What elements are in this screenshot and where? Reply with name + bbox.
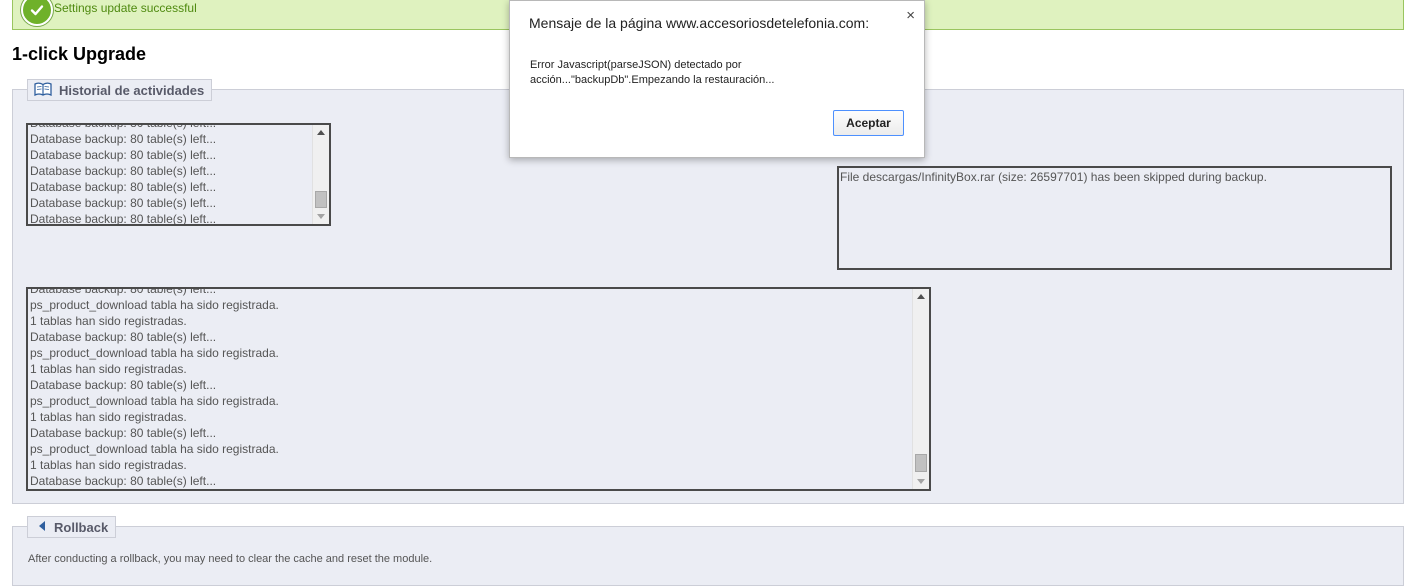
skipped-log-lines: File descargas/InfinityBox.rar (size: 26… [840, 169, 1267, 185]
book-icon [34, 81, 52, 99]
log-line: Database backup: 80 table(s) left... [30, 330, 217, 344]
page-title: 1-click Upgrade [12, 44, 147, 64]
success-message: Settings update successful [54, 1, 197, 15]
log-line: ps_product_download tabla ha sido regist… [30, 394, 279, 408]
close-icon[interactable]: × [906, 7, 915, 24]
activity-legend: Historial de actividades [27, 79, 213, 101]
log-line: ps_product_download tabla ha sido regist… [30, 442, 279, 456]
arrow-left-icon [37, 520, 47, 535]
log-line: Database backup: 80 table(s) left... [30, 196, 217, 210]
log-line: Database backup: 80 table(s) left... [30, 148, 217, 162]
scroll-down-arrow-icon[interactable] [917, 479, 925, 484]
log-line: 1 tablas han sido registradas. [30, 314, 187, 328]
small-log-scrollbar[interactable] [312, 125, 329, 224]
log-line: Database backup: 80 table(s) left... [30, 123, 217, 130]
dialog-message: Error Javascript(parseJSON) detectado po… [530, 59, 775, 86]
accept-button[interactable]: Aceptar [833, 110, 904, 136]
log-line: 1 tablas han sido registradas. [30, 458, 187, 472]
log-line: Database backup: 80 table(s) left... [30, 180, 217, 194]
log-line: Database backup: 80 table(s) left... [30, 132, 217, 146]
scroll-up-arrow-icon[interactable] [317, 130, 325, 135]
rollback-legend-label: Rollback [54, 519, 109, 535]
skipped-files-textarea[interactable]: File descargas/InfinityBox.rar (size: 26… [837, 166, 1392, 270]
main-log-scrollbar[interactable] [912, 289, 929, 489]
activity-legend-label: Historial de actividades [59, 82, 205, 98]
log-line: ps_product_download tabla ha sido regist… [30, 346, 279, 360]
rollback-legend: Rollback [27, 516, 117, 538]
log-line: File descargas/InfinityBox.rar (size: 26… [840, 170, 1267, 184]
log-line: Database backup: 80 table(s) left... [30, 474, 217, 488]
log-line: Database backup: 80 table(s) left... [30, 426, 217, 440]
log-line: Database backup: 80 table(s) left... [30, 164, 217, 178]
log-line: Database backup: 80 table(s) left... [30, 378, 217, 392]
scroll-up-arrow-icon[interactable] [917, 294, 925, 299]
scroll-thumb[interactable] [915, 454, 927, 472]
rollback-description: After conducting a rollback, you may nee… [28, 553, 433, 565]
scroll-down-arrow-icon[interactable] [317, 214, 325, 219]
log-line: Database backup: 80 table(s) left... [30, 287, 217, 296]
log-line: Database backup: 80 table(s) left... [30, 212, 217, 226]
small-log-lines: Database backup: 80 table(s) left... Dat… [30, 123, 217, 226]
dialog-title: Mensaje de la página www.accesoriosdetel… [529, 15, 870, 31]
main-log-lines: Database backup: 80 table(s) left... ps_… [30, 287, 279, 489]
alert-dialog: Mensaje de la página www.accesoriosdetel… [509, 0, 925, 158]
small-log-textarea[interactable]: Database backup: 80 table(s) left... Dat… [26, 123, 331, 226]
log-line: ps_product_download tabla ha sido regist… [30, 298, 279, 312]
log-line: 1 tablas han sido registradas. [30, 410, 187, 424]
scroll-thumb[interactable] [315, 191, 327, 208]
main-log-textarea[interactable]: Database backup: 80 table(s) left... ps_… [26, 287, 931, 491]
check-circle-icon [21, 0, 53, 26]
log-line: 1 tablas han sido registradas. [30, 362, 187, 376]
